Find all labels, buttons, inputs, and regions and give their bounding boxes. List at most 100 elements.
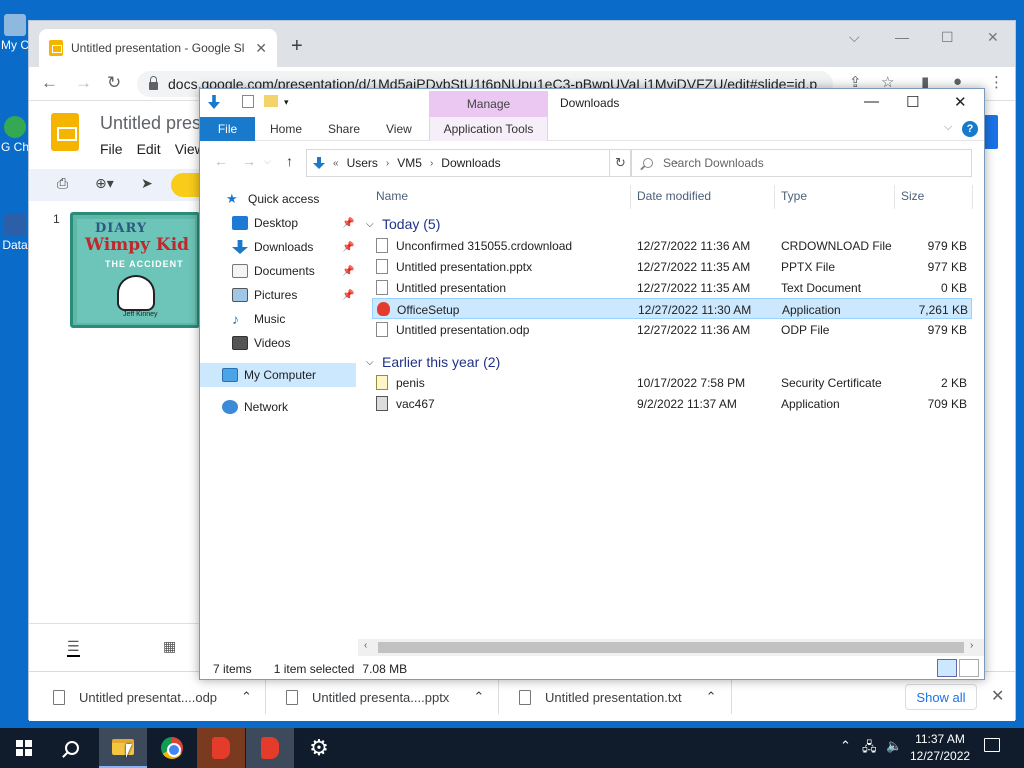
chevron-down-icon[interactable]: ⌵: [366, 219, 376, 230]
chevron-up-icon[interactable]: ⌃: [706, 689, 717, 705]
horizontal-scrollbar[interactable]: ‹ ›: [358, 639, 984, 656]
scrollbar-thumb[interactable]: [378, 642, 964, 653]
tab-home[interactable]: Home: [270, 117, 302, 141]
group-header[interactable]: ⌵ Earlier this year (2): [366, 351, 500, 373]
file-row[interactable]: Untitled presentation.pptx 12/27/2022 11:…: [372, 256, 972, 277]
sidebar-item-quick-access[interactable]: ★ Quick access: [200, 187, 356, 211]
file-row[interactable]: Untitled presentation 12/27/2022 11:35 AM…: [372, 277, 972, 298]
menu-edit[interactable]: Edit: [137, 141, 161, 157]
eye-icon[interactable]: [171, 173, 201, 197]
grid-view-icon[interactable]: ▦: [163, 638, 176, 655]
taskbar-clock[interactable]: 11:37 AM 12/27/2022: [910, 731, 970, 765]
menu-dots-icon[interactable]: ⋮: [989, 73, 1004, 91]
breadcrumb-vm5[interactable]: VM5: [397, 156, 422, 170]
tab-view[interactable]: View: [386, 117, 412, 141]
scroll-right-icon[interactable]: ›: [970, 640, 973, 651]
tab-file[interactable]: File: [200, 117, 255, 141]
pin-icon[interactable]: 📌: [342, 218, 354, 229]
presentation-title[interactable]: Untitled pres: [100, 113, 201, 134]
details-view-icon[interactable]: [937, 659, 957, 677]
tab-share[interactable]: Share: [328, 117, 360, 141]
sidebar-item-network[interactable]: Network: [200, 395, 356, 419]
taskbar-file-explorer[interactable]: [99, 728, 147, 768]
sidebar-item-music[interactable]: ♪ Music: [200, 307, 356, 331]
download-arrow-icon[interactable]: [208, 95, 220, 109]
pin-icon[interactable]: 📌: [342, 266, 354, 277]
close-window-icon[interactable]: ✕: [987, 29, 999, 46]
up-arrow-icon[interactable]: ↑: [286, 153, 293, 169]
large-icons-view-icon[interactable]: [959, 659, 979, 677]
breadcrumb[interactable]: « Users › VM5 › Downloads ⌵: [306, 149, 681, 177]
recent-locations-icon[interactable]: ⌵: [264, 156, 271, 167]
manage-tab[interactable]: Manage: [429, 91, 548, 117]
desktop-icon-chrome[interactable]: G Ch: [0, 116, 30, 154]
refresh-icon[interactable]: ↻: [610, 149, 632, 177]
column-header-size[interactable]: Size: [901, 181, 924, 211]
sidebar-item-documents[interactable]: Documents 📌: [200, 259, 356, 283]
print-icon[interactable]: ⎙: [57, 175, 68, 192]
filmstrip-view-icon[interactable]: ☰: [67, 638, 80, 657]
properties-icon[interactable]: [242, 95, 254, 108]
file-row[interactable]: Unconfirmed 315055.crdownload 12/27/2022 …: [372, 235, 972, 256]
menu-file[interactable]: File: [100, 141, 123, 157]
pin-icon[interactable]: 📌: [342, 290, 354, 301]
chevron-right-icon[interactable]: ›: [386, 158, 389, 169]
close-icon[interactable]: ✕: [991, 686, 1004, 706]
sidebar-item-videos[interactable]: Videos: [200, 331, 356, 355]
taskbar-chrome[interactable]: [148, 728, 196, 768]
file-row[interactable]: vac467 9/2/2022 11:37 AM Application 709 KB: [372, 393, 972, 414]
network-icon[interactable]: 🖧: [862, 738, 877, 760]
new-tab-button[interactable]: +: [291, 35, 303, 58]
new-folder-icon[interactable]: [264, 95, 278, 107]
volume-icon[interactable]: 🔈: [886, 738, 902, 754]
share-button-partial[interactable]: [984, 115, 998, 149]
taskbar-settings[interactable]: ⚙: [295, 728, 343, 768]
search-input[interactable]: Search Downloads: [630, 149, 972, 177]
maximize-icon[interactable]: ☐: [906, 93, 919, 111]
file-row[interactable]: OfficeSetup 12/27/2022 11:30 AM Applicatio…: [372, 298, 972, 319]
breadcrumb-downloads[interactable]: Downloads: [441, 156, 500, 170]
select-cursor-icon[interactable]: ➤: [141, 175, 153, 192]
chrome-tab-slides[interactable]: Untitled presentation - Google Sl ✕: [39, 29, 277, 67]
slide-thumbnail[interactable]: DIARY Wimpy Kid THE ACCIDENT Jeff Kinney: [70, 212, 200, 328]
minimize-icon[interactable]: —: [895, 29, 909, 45]
search-button[interactable]: [48, 728, 96, 768]
desktop-icon-data[interactable]: Data: [0, 214, 30, 252]
breadcrumb-users[interactable]: Users: [347, 156, 378, 170]
reload-icon[interactable]: ↻: [107, 73, 121, 93]
pin-icon[interactable]: 📌: [342, 242, 354, 253]
group-header[interactable]: ⌵ Today (5): [366, 213, 440, 235]
show-all-button[interactable]: Show all: [905, 684, 977, 710]
desktop-icon-my-computer[interactable]: My C: [0, 14, 30, 52]
file-row[interactable]: Untitled presentation.odp 12/27/2022 11:3…: [372, 319, 972, 340]
notification-icon[interactable]: [984, 738, 1000, 752]
chevron-up-icon[interactable]: ⌃: [840, 738, 851, 754]
close-icon[interactable]: ✕: [255, 40, 267, 57]
taskbar-office-setup-2[interactable]: [246, 728, 294, 768]
file-row[interactable]: penis 10/17/2022 7:58 PM Security Certific…: [372, 372, 972, 393]
back-arrow-icon[interactable]: ←: [41, 73, 58, 93]
chevron-right-icon[interactable]: ›: [430, 158, 433, 169]
column-header-name[interactable]: Name: [376, 181, 408, 211]
minimize-icon[interactable]: —: [864, 93, 879, 110]
column-header-date-modified[interactable]: Date modified: [637, 181, 711, 211]
path-overflow[interactable]: «: [333, 158, 339, 169]
start-button[interactable]: [0, 728, 48, 768]
chevron-down-icon[interactable]: ⌵: [366, 357, 376, 368]
forward-arrow-icon[interactable]: →: [75, 73, 92, 93]
sidebar-item-downloads[interactable]: Downloads 📌: [200, 235, 356, 259]
sidebar-item-pictures[interactable]: Pictures 📌: [200, 283, 356, 307]
zoom-icon[interactable]: ⊕▾: [95, 175, 114, 192]
close-window-icon[interactable]: ✕: [954, 93, 967, 111]
chevron-down-icon[interactable]: ⌵: [849, 29, 860, 46]
slides-logo-icon[interactable]: [51, 113, 79, 151]
sidebar-item-my-computer[interactable]: My Computer: [200, 363, 356, 387]
column-header-type[interactable]: Type: [781, 181, 807, 211]
back-arrow-icon[interactable]: ←: [214, 153, 228, 169]
maximize-icon[interactable]: ☐: [941, 29, 954, 46]
sidebar-item-desktop[interactable]: Desktop 📌: [200, 211, 356, 235]
forward-arrow-icon[interactable]: →: [242, 153, 256, 169]
chevron-up-icon[interactable]: ⌃: [241, 689, 252, 705]
customize-toolbar-icon[interactable]: ▾: [284, 97, 289, 108]
taskbar-office-setup-1[interactable]: [197, 728, 245, 768]
